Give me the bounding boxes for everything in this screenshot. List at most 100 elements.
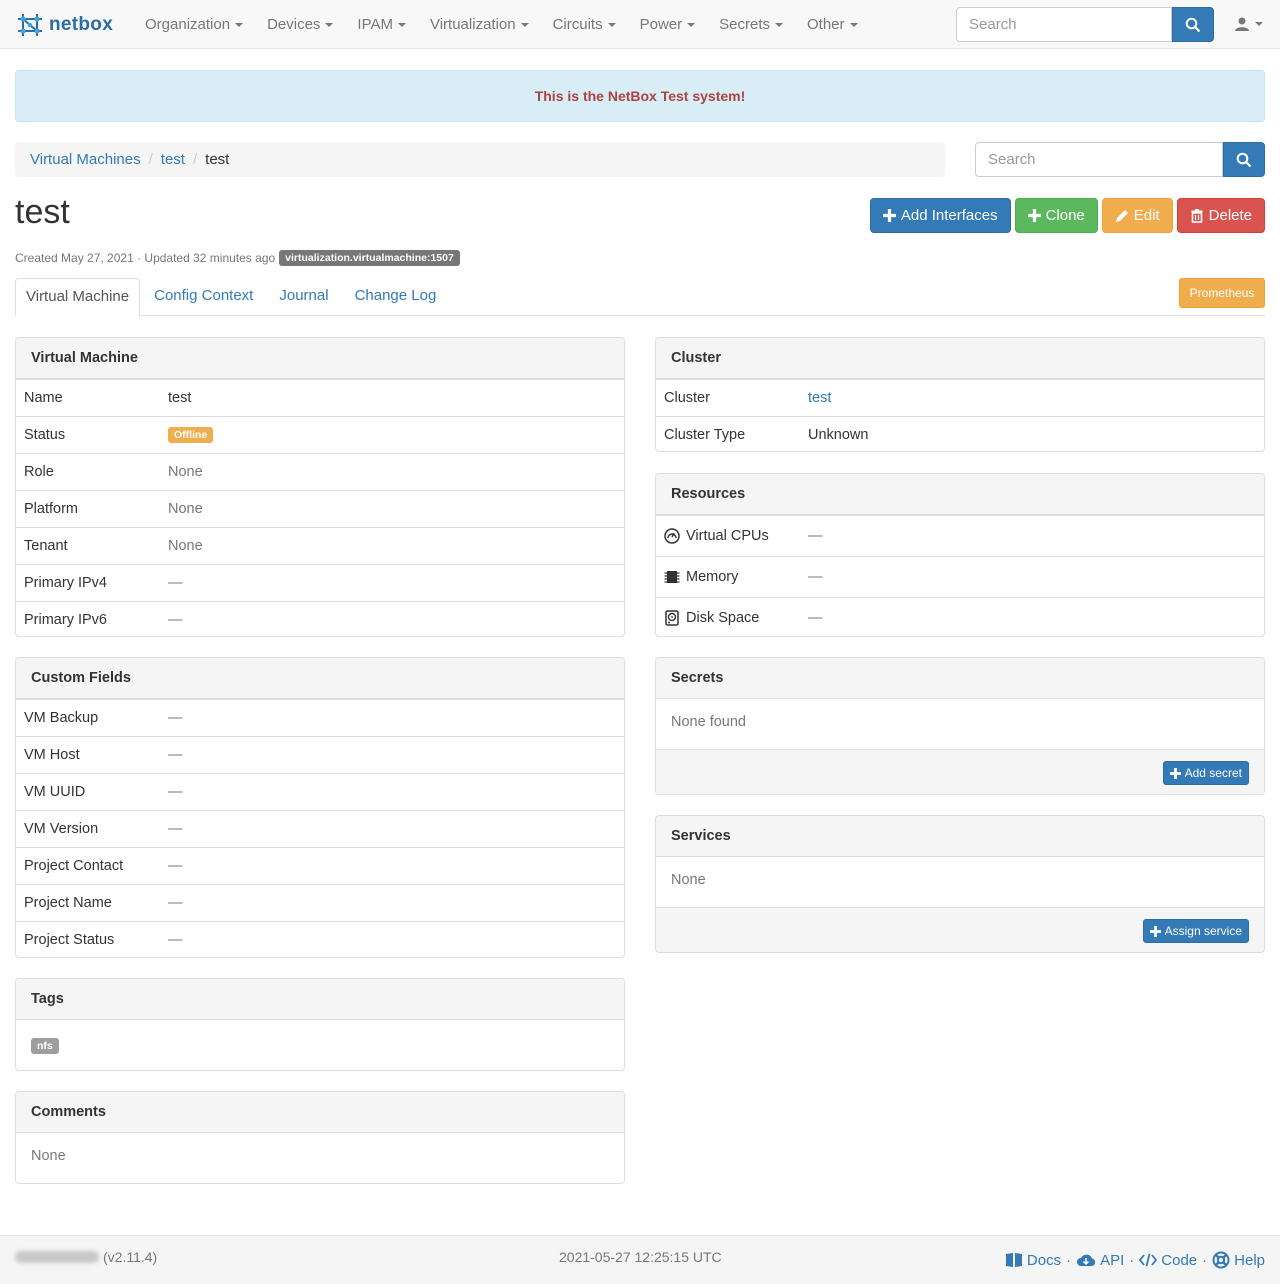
- cloud-icon: [1077, 1254, 1096, 1266]
- vm-search-input[interactable]: [975, 142, 1223, 177]
- nav-secrets[interactable]: Secrets: [707, 0, 795, 49]
- field-value: —: [168, 747, 183, 763]
- link-label: API: [1100, 1251, 1125, 1269]
- caret-down-icon: [775, 23, 783, 28]
- brand-name: netbox: [49, 14, 114, 35]
- field-value: —: [168, 932, 183, 948]
- add-secret-button[interactable]: Add secret: [1162, 761, 1249, 785]
- docs-link[interactable]: Docs: [1005, 1252, 1061, 1269]
- nav-ipam[interactable]: IPAM: [345, 0, 418, 49]
- field-label: Primary IPv4: [24, 575, 107, 591]
- breadcrumb-separator: /: [148, 151, 153, 168]
- breadcrumb-cluster[interactable]: test: [161, 151, 185, 168]
- nav-virtualization[interactable]: Virtualization: [418, 0, 541, 49]
- delete-button[interactable]: Delete: [1176, 198, 1265, 233]
- nav-organization[interactable]: Organization: [133, 0, 255, 49]
- table-row: VM UUID —: [16, 773, 624, 810]
- harddisk-icon: [665, 610, 679, 626]
- tab-change-log[interactable]: Change Log: [343, 278, 449, 315]
- resource-label: Memory: [686, 568, 739, 585]
- field-label: Disk Space: [656, 610, 808, 626]
- system-banner: This is the NetBox Test system!: [15, 70, 1265, 122]
- nav-devices[interactable]: Devices: [255, 0, 345, 49]
- nav-circuits[interactable]: Circuits: [541, 0, 628, 49]
- code-link[interactable]: Code: [1139, 1252, 1197, 1269]
- field-value: —: [168, 612, 183, 628]
- field-label: Status: [24, 427, 66, 443]
- nav-power[interactable]: Power: [628, 0, 708, 49]
- table-row: Name test: [16, 379, 624, 416]
- cluster-panel: Cluster Cluster test Cluster Type Unknown: [655, 337, 1265, 452]
- field-label: Project Name: [24, 895, 112, 911]
- breadcrumb-separator: /: [192, 151, 198, 168]
- brand-logo[interactable]: netbox: [15, 10, 113, 40]
- prometheus-button[interactable]: Prometheus: [1179, 278, 1265, 308]
- search-icon: [1236, 152, 1252, 167]
- breadcrumb-virtual-machines[interactable]: Virtual Machines: [30, 151, 141, 168]
- field-label: VM Version: [24, 821, 99, 837]
- created-updated-text: Created May 27, 2021 · Updated 32 minute…: [15, 251, 276, 265]
- assign-service-button[interactable]: Assign service: [1142, 919, 1249, 943]
- field-label: Project Status: [24, 932, 115, 948]
- table-row: Project Status —: [16, 921, 624, 957]
- vm-search-button[interactable]: [1223, 142, 1265, 177]
- field-value: —: [168, 575, 183, 591]
- edit-button[interactable]: Edit: [1101, 198, 1173, 233]
- nav-other[interactable]: Other: [795, 0, 870, 49]
- tab-config-context[interactable]: Config Context: [142, 278, 265, 315]
- tags-body: nfs: [16, 1020, 624, 1069]
- separator-dot: ·: [1129, 1251, 1135, 1269]
- secrets-panel: Secrets None found Add secret: [655, 657, 1265, 795]
- table-row: Role None: [16, 453, 624, 490]
- nav-search-input[interactable]: [956, 7, 1172, 42]
- tab-journal[interactable]: Journal: [267, 278, 340, 315]
- cluster-link[interactable]: test: [808, 390, 831, 406]
- field-label: Platform: [24, 501, 78, 517]
- nav-search-button[interactable]: [1172, 7, 1214, 42]
- panel-title: Services: [656, 816, 1264, 857]
- button-label: Edit: [1133, 207, 1160, 224]
- plus-icon: [1169, 767, 1181, 779]
- add-interfaces-button[interactable]: Add Interfaces: [869, 198, 1011, 233]
- button-label: Add Interfaces: [900, 207, 998, 224]
- nav-label: IPAM: [357, 16, 393, 33]
- field-label: VM Backup: [24, 710, 99, 726]
- field-label: VM UUID: [24, 784, 86, 800]
- table-row: VM Backup —: [16, 699, 624, 736]
- user-menu[interactable]: [1234, 16, 1263, 32]
- help-link[interactable]: Help: [1212, 1251, 1265, 1269]
- link-label: Help: [1234, 1251, 1265, 1269]
- api-link[interactable]: API: [1076, 1252, 1124, 1269]
- table-row: Status Offline: [16, 416, 624, 453]
- page-title: test: [15, 193, 70, 231]
- nav-label: Devices: [267, 16, 321, 33]
- field-value: Unknown: [808, 427, 869, 443]
- tab-virtual-machine[interactable]: Virtual Machine: [15, 278, 141, 316]
- object-identifier-badge: virtualization.virtualmachine:1507: [279, 250, 460, 266]
- button-label: Delete: [1208, 207, 1252, 224]
- action-buttons: Add Interfaces Clone Edit Delete: [869, 198, 1265, 233]
- code-icon: [1139, 1253, 1158, 1267]
- footer-timestamp: 2021-05-27 12:25:15 UTC: [559, 1249, 722, 1265]
- caret-down-icon: [687, 23, 696, 28]
- panel-title: Comments: [16, 1092, 624, 1133]
- tag-badge[interactable]: nfs: [31, 1038, 59, 1054]
- field-value: None: [168, 464, 203, 480]
- panel-title: Secrets: [656, 658, 1264, 699]
- table-row: Memory —: [656, 556, 1264, 597]
- trash-icon: [1191, 208, 1203, 223]
- field-value: —: [168, 784, 183, 800]
- link-label: Docs: [1026, 1251, 1062, 1269]
- clone-button[interactable]: Clone: [1014, 198, 1098, 233]
- field-label: Virtual CPUs: [656, 528, 808, 544]
- gauge-icon: [664, 528, 680, 544]
- version-text: (v2.11.4): [103, 1249, 158, 1265]
- virtual-machine-panel: Virtual Machine Name test Status Offline R…: [15, 337, 625, 637]
- button-label: Assign service: [1164, 924, 1242, 938]
- table-row: Primary IPv4 —: [16, 564, 624, 601]
- panel-title: Virtual Machine: [16, 338, 624, 379]
- field-value: —: [808, 569, 823, 585]
- table-row: Platform None: [16, 490, 624, 527]
- tab-bar: Virtual Machine Config Context Journal C…: [15, 278, 1265, 316]
- object-meta: Created May 27, 2021 · Updated 32 minute…: [15, 250, 460, 266]
